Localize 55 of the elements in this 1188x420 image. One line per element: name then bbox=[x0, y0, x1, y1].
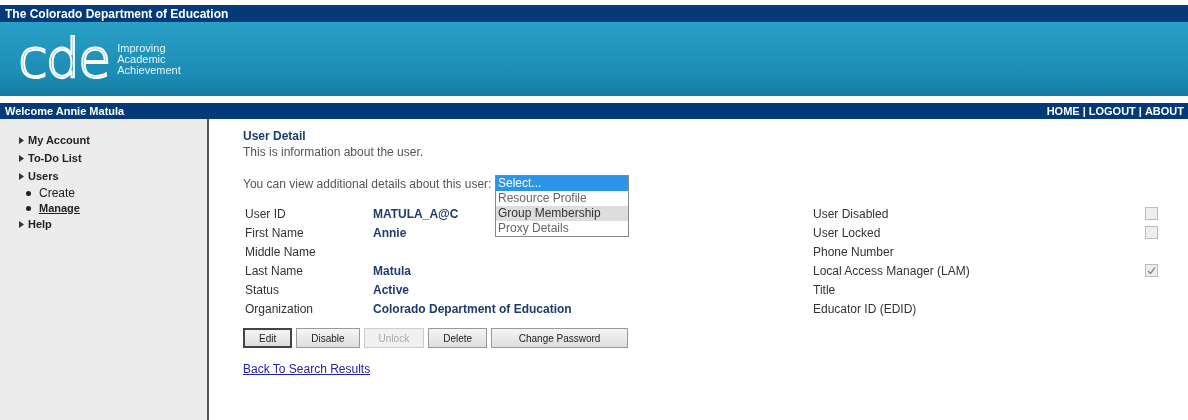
bullet-icon bbox=[26, 190, 31, 196]
field-label: Local Access Manager (LAM) bbox=[813, 263, 971, 278]
checkbox[interactable] bbox=[1145, 207, 1158, 220]
site-title: The Colorado Department of Education bbox=[4, 6, 229, 21]
action-button[interactable]: Disable bbox=[296, 328, 360, 348]
field-label: Status bbox=[244, 282, 281, 297]
triangle-icon bbox=[18, 172, 24, 180]
field-label: User ID bbox=[244, 206, 287, 221]
tagline: Academic bbox=[117, 53, 167, 65]
bullet-icon bbox=[26, 205, 31, 211]
nav-link[interactable]: LOGOUT bbox=[1088, 105, 1136, 117]
action-button[interactable]: Delete bbox=[428, 328, 488, 348]
logo: cde bbox=[18, 32, 110, 86]
action-button[interactable]: Edit bbox=[243, 328, 293, 348]
separator: | bbox=[1082, 105, 1086, 117]
sidebar-link[interactable]: Manage bbox=[39, 202, 80, 214]
nav-link[interactable]: HOME bbox=[1046, 105, 1080, 117]
dropdown-option[interactable]: Proxy Details bbox=[496, 221, 628, 236]
dropdown-option[interactable]: Resource Profile bbox=[496, 191, 628, 206]
sidebar-item[interactable]: To-Do List bbox=[0, 149, 207, 167]
field-label: Educator ID (EDID) bbox=[813, 301, 918, 316]
triangle-icon bbox=[18, 154, 24, 162]
checkbox[interactable] bbox=[1145, 226, 1158, 239]
field-label: Title bbox=[813, 282, 837, 297]
welcome-text: Welcome Annie Matula bbox=[5, 105, 125, 117]
details-dropdown[interactable]: Select... Resource Profile Group Membership Proxy Details bbox=[495, 175, 629, 237]
sidebar-item[interactable]: My Account bbox=[0, 131, 207, 149]
nav-link[interactable]: ABOUT bbox=[1144, 105, 1184, 117]
sidebar-item[interactable]: Users bbox=[0, 167, 207, 185]
triangle-icon bbox=[18, 220, 24, 228]
field-value: MATULA_A@C bbox=[373, 206, 459, 221]
field-value: Active bbox=[373, 282, 410, 297]
sidebar-link[interactable]: Create bbox=[39, 186, 76, 200]
field-label: First Name bbox=[244, 225, 305, 240]
tagline: Achievement bbox=[117, 64, 181, 76]
field-label: User Locked bbox=[813, 225, 882, 240]
dropdown-option[interactable]: Group Membership bbox=[496, 206, 628, 221]
checkbox[interactable] bbox=[1145, 264, 1158, 277]
tagline: Improving bbox=[117, 42, 167, 54]
field-label: Middle Name bbox=[244, 244, 317, 259]
triangle-icon bbox=[18, 136, 24, 144]
separator: | bbox=[1138, 105, 1142, 117]
sidebar-item[interactable]: Help bbox=[0, 215, 207, 233]
field-value: Annie bbox=[373, 225, 407, 240]
details-prompt: You can view additional details about this user: bbox=[243, 177, 492, 191]
field-value: Matula bbox=[373, 263, 411, 278]
field-label: User Disabled bbox=[813, 206, 890, 221]
field-value: Colorado Department of Education bbox=[373, 301, 572, 316]
field-label: Phone Number bbox=[813, 244, 895, 259]
intro-text: This is information about the user. bbox=[243, 145, 425, 159]
back-link[interactable]: Back To Search Results bbox=[243, 362, 371, 376]
section-heading: User Detail bbox=[243, 129, 307, 143]
action-button[interactable]: Change Password bbox=[491, 328, 629, 348]
field-label: Last Name bbox=[244, 263, 305, 278]
field-label: Organization bbox=[244, 301, 315, 316]
